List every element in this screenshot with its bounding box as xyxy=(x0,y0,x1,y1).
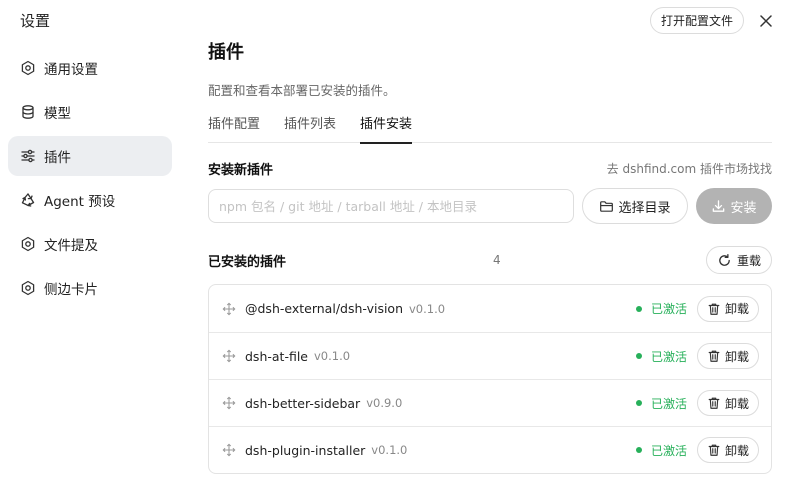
package-source-input[interactable] xyxy=(208,189,574,223)
sidebar-item-general[interactable]: 通用设置 xyxy=(8,48,172,88)
plugin-version: v0.1.0 xyxy=(371,443,408,457)
sliders-icon xyxy=(20,148,36,164)
list-item: dsh-better-sidebar v0.9.0 已激活 卸载 xyxy=(209,379,771,426)
sidebar-item-plugins[interactable]: 插件 xyxy=(8,136,172,176)
page-title: 插件 xyxy=(208,42,244,63)
sidebar-item-label: 通用设置 xyxy=(44,62,98,78)
open-config-button[interactable]: 打开配置文件 xyxy=(649,7,744,34)
install-row: 选择目录 安装 xyxy=(208,188,772,224)
list-item: @dsh-external/dsh-vision v0.1.0 已激活 卸载 xyxy=(209,285,771,332)
gear-icon xyxy=(20,280,36,296)
close-icon[interactable] xyxy=(756,11,776,31)
sidebar: 通用设置 模型 插件 Agent 预设 文件提及 侧边卡片 xyxy=(8,48,172,312)
database-icon xyxy=(20,104,36,120)
sidebar-item-label: 文件提及 xyxy=(44,238,98,254)
install-section-header: 安装新插件 去 dshfind.com 插件市场找找 xyxy=(208,159,772,178)
download-icon xyxy=(711,199,726,214)
uninstall-button[interactable]: 卸载 xyxy=(696,295,759,322)
status-badge: 已激活 xyxy=(635,395,687,412)
choose-directory-label: 选择目录 xyxy=(618,200,671,216)
tab-bar: 插件配置 插件列表 插件安装 xyxy=(208,116,772,144)
uninstall-label: 卸载 xyxy=(724,349,749,364)
installed-section-header: 已安装的插件 4 重载 xyxy=(208,246,772,274)
uninstall-button[interactable]: 卸载 xyxy=(696,390,759,416)
trash-icon xyxy=(707,396,721,410)
plugin-version: v0.1.0 xyxy=(409,301,446,316)
list-item: dsh-plugin-installer v0.1.0 已激活 卸载 xyxy=(209,426,771,473)
tab-plugin-list[interactable]: 插件列表 xyxy=(284,116,336,143)
uninstall-label: 卸载 xyxy=(724,302,749,316)
trash-icon xyxy=(707,349,721,363)
uninstall-label: 卸载 xyxy=(724,396,749,411)
installed-count: 4 xyxy=(493,253,501,267)
plugin-name: dsh-better-sidebar xyxy=(245,395,361,411)
folder-icon xyxy=(599,199,614,214)
tab-plugin-config[interactable]: 插件配置 xyxy=(208,116,260,143)
settings-title: 设置 xyxy=(20,12,51,30)
plugin-version: v0.1.0 xyxy=(314,349,351,363)
plugin-name: dsh-plugin-installer xyxy=(245,442,366,458)
status-label: 已激活 xyxy=(650,349,687,364)
plugin-name: @dsh-external/dsh-vision xyxy=(245,301,403,316)
sidebar-item-agent-presets[interactable]: Agent 预设 xyxy=(8,180,172,220)
uninstall-button[interactable]: 卸载 xyxy=(696,437,759,463)
installed-plugin-list: @dsh-external/dsh-vision v0.1.0 已激活 卸载 d… xyxy=(208,284,772,474)
status-dot-icon xyxy=(635,400,642,406)
refresh-icon xyxy=(717,253,732,268)
header-actions: 打开配置文件 xyxy=(649,7,776,34)
reload-label: 重载 xyxy=(736,253,761,268)
plugin-version: v0.9.0 xyxy=(366,396,403,410)
uninstall-label: 卸载 xyxy=(724,443,749,458)
status-badge: 已激活 xyxy=(635,300,687,317)
status-label: 已激活 xyxy=(650,302,687,316)
status-badge: 已激活 xyxy=(635,442,687,459)
list-item: dsh-at-file v0.1.0 已激活 卸载 xyxy=(209,332,771,379)
drag-handle-icon[interactable] xyxy=(221,348,237,364)
reload-button[interactable]: 重载 xyxy=(705,246,772,274)
sidebar-item-label: Agent 预设 xyxy=(44,194,116,210)
status-dot-icon xyxy=(635,305,642,312)
recycle-icon xyxy=(20,192,36,208)
install-button[interactable]: 安装 xyxy=(696,188,772,224)
status-label: 已激活 xyxy=(650,396,687,411)
sidebar-item-label: 插件 xyxy=(44,150,71,166)
uninstall-button[interactable]: 卸载 xyxy=(696,343,759,369)
trash-icon xyxy=(707,302,721,316)
installed-section-title: 已安装的插件 xyxy=(208,254,287,270)
sidebar-item-label: 侧边卡片 xyxy=(44,282,98,298)
install-section-title: 安装新插件 xyxy=(208,163,274,178)
plugin-name: dsh-at-file xyxy=(245,348,308,364)
sidebar-item-model[interactable]: 模型 xyxy=(8,92,172,132)
drag-handle-icon[interactable] xyxy=(221,442,237,458)
status-label: 已激活 xyxy=(650,443,687,458)
plugin-market-link[interactable]: 去 dshfind.com 插件市场找找 xyxy=(607,160,772,177)
trash-icon xyxy=(707,443,721,457)
main-panel: 插件 配置和查看本部署已安装的插件。 插件配置 插件列表 插件安装 安装新插件 … xyxy=(208,38,772,474)
install-label: 安装 xyxy=(730,200,757,216)
status-dot-icon xyxy=(635,353,642,359)
status-dot-icon xyxy=(635,447,642,453)
tab-plugin-install[interactable]: 插件安装 xyxy=(360,116,413,144)
gear-icon xyxy=(20,60,36,76)
sidebar-item-file-mention[interactable]: 文件提及 xyxy=(8,224,172,264)
status-badge: 已激活 xyxy=(635,348,687,365)
sidebar-item-label: 模型 xyxy=(44,106,71,122)
page-subtitle: 配置和查看本部署已安装的插件。 xyxy=(208,83,396,98)
drag-handle-icon[interactable] xyxy=(221,395,237,411)
sidebar-item-side-cards[interactable]: 侧边卡片 xyxy=(8,268,172,308)
gear-icon xyxy=(20,236,36,252)
choose-directory-button[interactable]: 选择目录 xyxy=(582,188,688,224)
drag-handle-icon[interactable] xyxy=(221,301,237,317)
